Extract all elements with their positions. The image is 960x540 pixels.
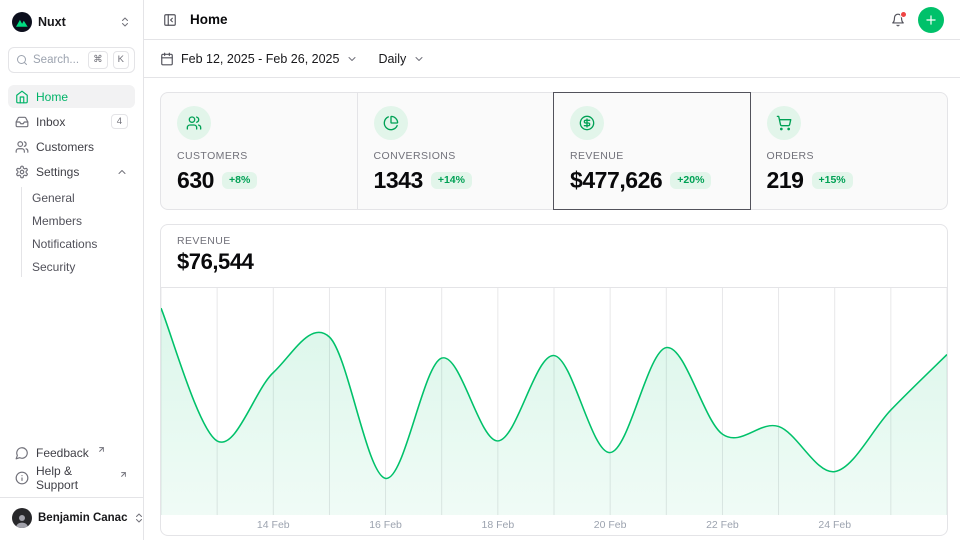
external-link-icon	[97, 445, 106, 454]
sidebar-item-label: Settings	[36, 165, 79, 179]
stat-card-revenue[interactable]: REVENUE $477,626 +20%	[554, 93, 751, 209]
sidebar-divider	[0, 497, 143, 498]
sidebar-spacer	[8, 277, 135, 441]
notification-dot	[900, 11, 907, 18]
sidebar-item-label: Customers	[36, 140, 94, 154]
main-panel: Home Feb 12, 2025 - Feb 26, 2025 Daily	[144, 0, 960, 540]
circle-dollar-icon	[570, 106, 604, 140]
chart-pie-icon	[374, 106, 408, 140]
stat-label: CONVERSIONS	[374, 150, 538, 162]
x-tick-label: 24 Feb	[818, 519, 851, 531]
x-tick-label: 16 Feb	[369, 519, 402, 531]
chart-header: REVENUE $76,544	[161, 225, 947, 288]
notifications-button[interactable]	[888, 10, 908, 30]
sidebar-item-label: Home	[36, 90, 68, 104]
search-icon	[16, 54, 28, 66]
user-name: Benjamin Canac	[38, 512, 127, 524]
top-header: Home	[144, 0, 960, 40]
stat-delta-badge: +8%	[222, 172, 257, 189]
user-menu[interactable]: Benjamin Canac	[8, 504, 135, 532]
sidebar-item-label: Inbox	[36, 115, 65, 129]
stat-value: 630	[177, 167, 214, 194]
shopping-cart-icon	[767, 106, 801, 140]
date-range-label: Feb 12, 2025 - Feb 26, 2025	[181, 52, 339, 66]
chevron-down-icon	[346, 53, 358, 65]
plus-icon	[924, 13, 938, 27]
message-bubble-icon	[15, 446, 29, 460]
sidebar-item-general[interactable]: General	[22, 187, 135, 208]
sidebar-item-notifications[interactable]: Notifications	[22, 233, 135, 254]
sidebar-item-inbox[interactable]: Inbox 4	[8, 110, 135, 133]
settings-submenu: General Members Notifications Security	[21, 187, 135, 277]
stat-value: 219	[767, 167, 804, 194]
revenue-chart-card: REVENUE $76,544 14 Feb 16 Feb 18 Feb 20 Feb…	[160, 224, 948, 536]
sidebar-item-security[interactable]: Security	[22, 256, 135, 277]
stat-label: ORDERS	[767, 150, 932, 162]
sidebar-footer: Feedback Help & Support	[8, 441, 135, 489]
revenue-area-chart[interactable]	[161, 288, 947, 515]
x-tick-label: 18 Feb	[481, 519, 514, 531]
stat-value: $477,626	[570, 167, 662, 194]
kbd-k: K	[113, 51, 129, 69]
stats-row: CUSTOMERS 630 +8% CONVERSIONS 1343 +14% …	[160, 92, 948, 210]
stat-delta-badge: +15%	[812, 172, 853, 189]
home-icon	[15, 90, 29, 104]
inbox-count-badge: 4	[111, 114, 128, 130]
header-actions	[888, 7, 944, 33]
x-axis-labels: 14 Feb 16 Feb 18 Feb 20 Feb 22 Feb 24 Feb	[161, 515, 947, 535]
search-input[interactable]: ⌘ K	[8, 47, 135, 73]
sidebar-item-members[interactable]: Members	[22, 210, 135, 231]
period-select[interactable]: Daily	[378, 52, 425, 66]
stat-label: REVENUE	[570, 150, 734, 162]
stat-card-conversions[interactable]: CONVERSIONS 1343 +14%	[358, 93, 555, 209]
sidebar-nav: Home Inbox 4 Customers Settings General …	[8, 85, 135, 277]
workspace-selector[interactable]: Nuxt	[8, 8, 135, 36]
page-title: Home	[190, 12, 228, 27]
x-tick-label: 14 Feb	[257, 519, 290, 531]
chart-metric-value: $76,544	[177, 249, 931, 275]
stat-card-orders[interactable]: ORDERS 219 +15%	[751, 93, 948, 209]
dashboard-content: CUSTOMERS 630 +8% CONVERSIONS 1343 +14% …	[144, 78, 960, 540]
sidebar: Nuxt ⌘ K Home Inbox 4 Customers Settings…	[0, 0, 144, 540]
external-link-icon	[119, 470, 128, 479]
collapse-sidebar-button[interactable]	[160, 10, 180, 30]
users-icon	[177, 106, 211, 140]
calendar-icon	[160, 52, 174, 66]
users-icon	[15, 140, 29, 154]
stat-label: CUSTOMERS	[177, 150, 341, 162]
footer-item-label: Feedback	[36, 446, 89, 460]
search-field[interactable]	[33, 54, 83, 66]
stat-card-customers[interactable]: CUSTOMERS 630 +8%	[161, 93, 358, 209]
info-circle-icon	[15, 471, 29, 485]
period-label: Daily	[378, 52, 406, 66]
chevrons-up-down-icon	[119, 16, 131, 28]
chevron-down-icon	[413, 53, 425, 65]
stat-delta-badge: +20%	[670, 172, 711, 189]
chevron-up-icon	[116, 166, 128, 178]
help-support-link[interactable]: Help & Support	[8, 466, 135, 489]
inbox-icon	[15, 115, 29, 129]
x-tick-label: 22 Feb	[706, 519, 739, 531]
stat-value: 1343	[374, 167, 423, 194]
stat-delta-badge: +14%	[431, 172, 472, 189]
x-tick-label: 20 Feb	[594, 519, 627, 531]
footer-item-label: Help & Support	[36, 464, 111, 492]
feedback-link[interactable]: Feedback	[8, 441, 135, 464]
sidebar-item-settings[interactable]: Settings	[8, 160, 135, 183]
filters-toolbar: Feb 12, 2025 - Feb 26, 2025 Daily	[144, 40, 960, 78]
add-new-button[interactable]	[918, 7, 944, 33]
kbd-cmd: ⌘	[88, 51, 108, 69]
gear-icon	[15, 165, 29, 179]
chart-body: 14 Feb 16 Feb 18 Feb 20 Feb 22 Feb 24 Feb	[161, 288, 947, 535]
sidebar-item-home[interactable]: Home	[8, 85, 135, 108]
user-avatar	[12, 508, 32, 528]
nuxt-logo-icon	[12, 12, 32, 32]
date-range-picker[interactable]: Feb 12, 2025 - Feb 26, 2025	[160, 52, 358, 66]
sidebar-item-customers[interactable]: Customers	[8, 135, 135, 158]
workspace-name: Nuxt	[38, 15, 66, 29]
chart-metric-label: REVENUE	[177, 235, 931, 247]
panel-left-close-icon	[163, 13, 177, 27]
